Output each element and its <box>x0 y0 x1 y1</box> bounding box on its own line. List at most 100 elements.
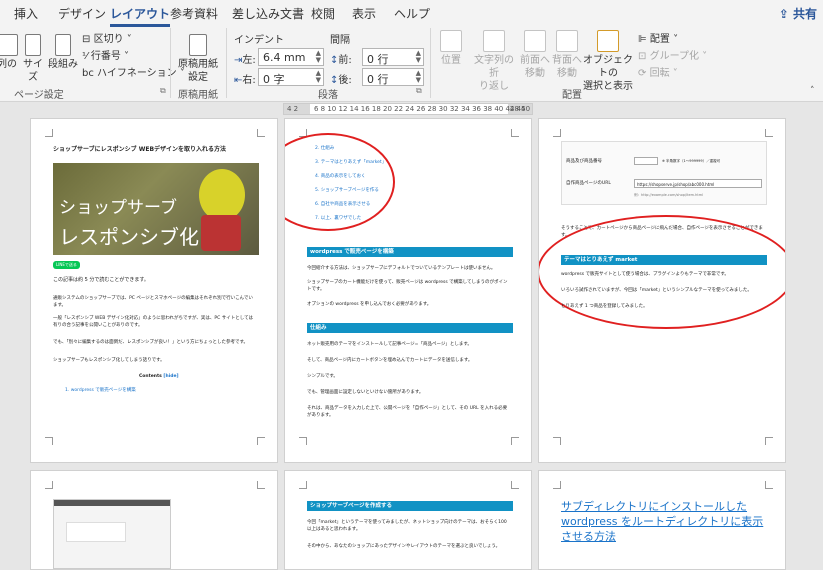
toc-title: Contents [hide] <box>139 374 179 379</box>
tab-references[interactable]: 参考資料 <box>170 5 218 22</box>
ribbon: 挿入 デザイン レイアウト 参考資料 差し込み文書 校閲 表示 ヘルプ ⇪ 共有… <box>0 0 823 102</box>
spacing-before-input[interactable]: 0 行 ▲ ▼ <box>362 48 424 66</box>
spinner-arrows-icon[interactable]: ▲ ▼ <box>416 50 421 64</box>
tab-mailings[interactable]: 差し込み文書 <box>232 5 304 22</box>
line-share-badge[interactable]: LINEで送る <box>53 261 80 269</box>
image-text-line1: ショップサーブ <box>59 198 177 218</box>
hyphenation-icon: bc <box>82 68 94 79</box>
body-text: そして、商品ページ内にカートボタンを埋め込んでカートにデータを送信します。 <box>307 358 473 363</box>
document-page-2[interactable]: 2. 仕組み 3. テーマはとりあえず「market」 4. 商品の表示をしてお… <box>284 118 532 463</box>
crop-mark <box>511 481 519 489</box>
indent-left-input[interactable]: 6.4 mm ▲ ▼ <box>258 48 324 66</box>
document-page-3[interactable]: 商品及び商品番号 ※ 半角数字（1〜999999）／重複可 自作商品ページのUR… <box>538 118 786 463</box>
page-heading-link[interactable]: サブディレクトリにインストールした wordpress をルートディレクトリに表… <box>561 499 771 544</box>
horizontal-ruler[interactable]: 4 2 6 8 10 12 14 16 18 20 22 24 26 28 30… <box>283 103 533 115</box>
divider <box>170 28 171 98</box>
crop-mark <box>257 437 265 445</box>
page-setup-launcher-icon[interactable]: ⧉ <box>160 86 166 96</box>
group-label-page-setup: ページ設定 <box>14 90 64 101</box>
body-text: 今回「market」というテーマを使ってみましたが、ネットショップ向けのテーマは… <box>307 520 507 532</box>
share-icon: ⇪ <box>778 7 789 21</box>
image-text-line2: レスポンシブ化 <box>59 225 199 249</box>
divider <box>226 28 227 98</box>
size-button[interactable]: サイズ <box>20 34 46 84</box>
page-title: ショップサーブにレスポンシブ WEBデザインを取り入れる方法 <box>53 146 227 153</box>
body-text: それは、商品データを入力した上で、公開ページを「自作ページ」として、その URL… <box>307 406 508 418</box>
margins-button[interactable]: 列の <box>0 34 18 71</box>
size-icon <box>25 34 41 56</box>
crop-mark <box>257 481 265 489</box>
tab-design[interactable]: デザイン <box>58 5 106 22</box>
body-text: でも、「別々に編集するのは面倒だ、レスポンシブが良い！」という方にちょっとした参… <box>53 340 249 345</box>
tab-help[interactable]: ヘルプ <box>394 5 430 22</box>
bring-forward-icon <box>524 30 546 52</box>
document-page-4[interactable] <box>30 470 278 570</box>
section-heading: テーマはとりあえず market <box>561 255 767 265</box>
collapse-ribbon-icon[interactable]: ˄ <box>810 86 815 96</box>
tab-view[interactable]: 表示 <box>352 5 376 22</box>
tab-insert[interactable]: 挿入 <box>14 5 38 22</box>
send-backward-button[interactable]: 背面へ 移動 <box>552 30 582 80</box>
crop-mark <box>765 481 773 489</box>
crop-mark <box>765 437 773 445</box>
section-heading: 仕組み <box>307 323 513 333</box>
form-field: https://shopserve.jp/shop/abc000.html <box>634 179 762 188</box>
toc-hide-link[interactable]: [hide] <box>163 374 178 379</box>
toc-item[interactable]: 1. wordpress で販売ページを構築 <box>65 387 136 394</box>
crop-mark <box>553 437 561 445</box>
selection-pane-icon <box>597 30 619 52</box>
form-screenshot: 商品及び商品番号 ※ 半角数字（1〜999999）／重複可 自作商品ページのUR… <box>561 141 767 205</box>
indent-right-input[interactable]: 0 字 ▲ ▼ <box>258 68 324 86</box>
position-button[interactable]: 位置 <box>436 30 466 67</box>
indent-header: インデント <box>234 35 284 46</box>
crop-mark <box>45 481 53 489</box>
document-page-1[interactable]: ショップサーブにレスポンシブ WEBデザインを取り入れる方法 ショップサーブ レ… <box>30 118 278 463</box>
document-page-5[interactable]: ショップサーブページを作成する 今回「market」というテーマを使ってみました… <box>284 470 532 570</box>
spinner-arrows-icon[interactable]: ▲ ▼ <box>416 70 421 84</box>
document-page-6[interactable]: サブディレクトリにインストールした wordpress をルートディレクトリに表… <box>538 470 786 570</box>
section-heading: ショップサーブページを作成する <box>307 501 513 511</box>
margins-icon <box>0 34 18 56</box>
body-text: シンプルです。 <box>307 374 338 379</box>
tab-review[interactable]: 校閲 <box>311 5 335 22</box>
spacing-after-label: ↕後: <box>330 75 352 86</box>
bring-forward-button[interactable]: 前面へ 移動 <box>520 30 550 80</box>
spinner-arrows-icon[interactable]: ▲ ▼ <box>316 50 321 64</box>
group-label-arrange: 配置 <box>562 90 582 101</box>
crop-mark <box>257 129 265 137</box>
mug-illustration <box>201 215 241 251</box>
rotate-button[interactable]: ⟳ 回転 ˅ <box>638 64 678 79</box>
section-heading: wordpress で販売ページを構築 <box>307 247 513 257</box>
form-label: 自作商品ページのURL <box>566 181 611 186</box>
form-hint: ※ 半角数字（1〜999999）／重複可 <box>662 159 721 163</box>
spacing-before-label: ↕前: <box>330 55 352 66</box>
crop-mark <box>45 437 53 445</box>
ribbon-tabs: 挿入 デザイン レイアウト 参考資料 差し込み文書 校閲 表示 ヘルプ ⇪ 共有 <box>0 0 823 27</box>
mascot-illustration <box>199 169 245 221</box>
body-text: とりあえず 1 つ商品を登録してみました。 <box>561 304 648 309</box>
spinner-arrows-icon[interactable]: ▲ ▼ <box>316 70 321 84</box>
group-button[interactable]: ⊡ グループ化 ˅ <box>638 47 707 62</box>
group-icon: ⊡ <box>638 51 647 62</box>
body-text: wordpress で販売サイトとして使う場合は、プラグインよりもテーマで非常で… <box>561 272 729 277</box>
screenshot-image <box>53 499 171 569</box>
share-button[interactable]: ⇪ 共有 <box>779 5 817 22</box>
wrap-text-button[interactable]: 文字列の折 り返し <box>470 30 518 93</box>
crop-mark <box>299 437 307 445</box>
spacing-header: 間隔 <box>330 35 350 46</box>
tab-layout[interactable]: レイアウト <box>110 5 171 27</box>
screenshot-toolbar <box>54 500 170 506</box>
position-icon <box>440 30 462 52</box>
crop-mark <box>765 129 773 137</box>
selection-pane-button[interactable]: オブジェクトの 選択と表示 <box>582 30 634 93</box>
spacing-after-input[interactable]: 0 行 ▲ ▼ <box>362 68 424 86</box>
divider <box>430 28 431 98</box>
manuscript-settings-button[interactable]: 原稿用紙 設定 <box>172 34 224 84</box>
align-button[interactable]: ⊫ 配置 ˅ <box>638 30 678 45</box>
columns-button[interactable]: 段組み <box>48 34 78 71</box>
body-text: 一般「レスポンシブ WEB デザイン化対応」のように思われがちですが、実は、PC… <box>53 316 253 328</box>
line-numbers-button[interactable]: ⅟ 行番号 ˅ <box>82 47 129 62</box>
breaks-button[interactable]: ⊟ 区切り ˅ <box>82 30 132 45</box>
paragraph-launcher-icon[interactable]: ⧉ <box>416 86 422 96</box>
wrap-text-icon <box>483 30 505 52</box>
